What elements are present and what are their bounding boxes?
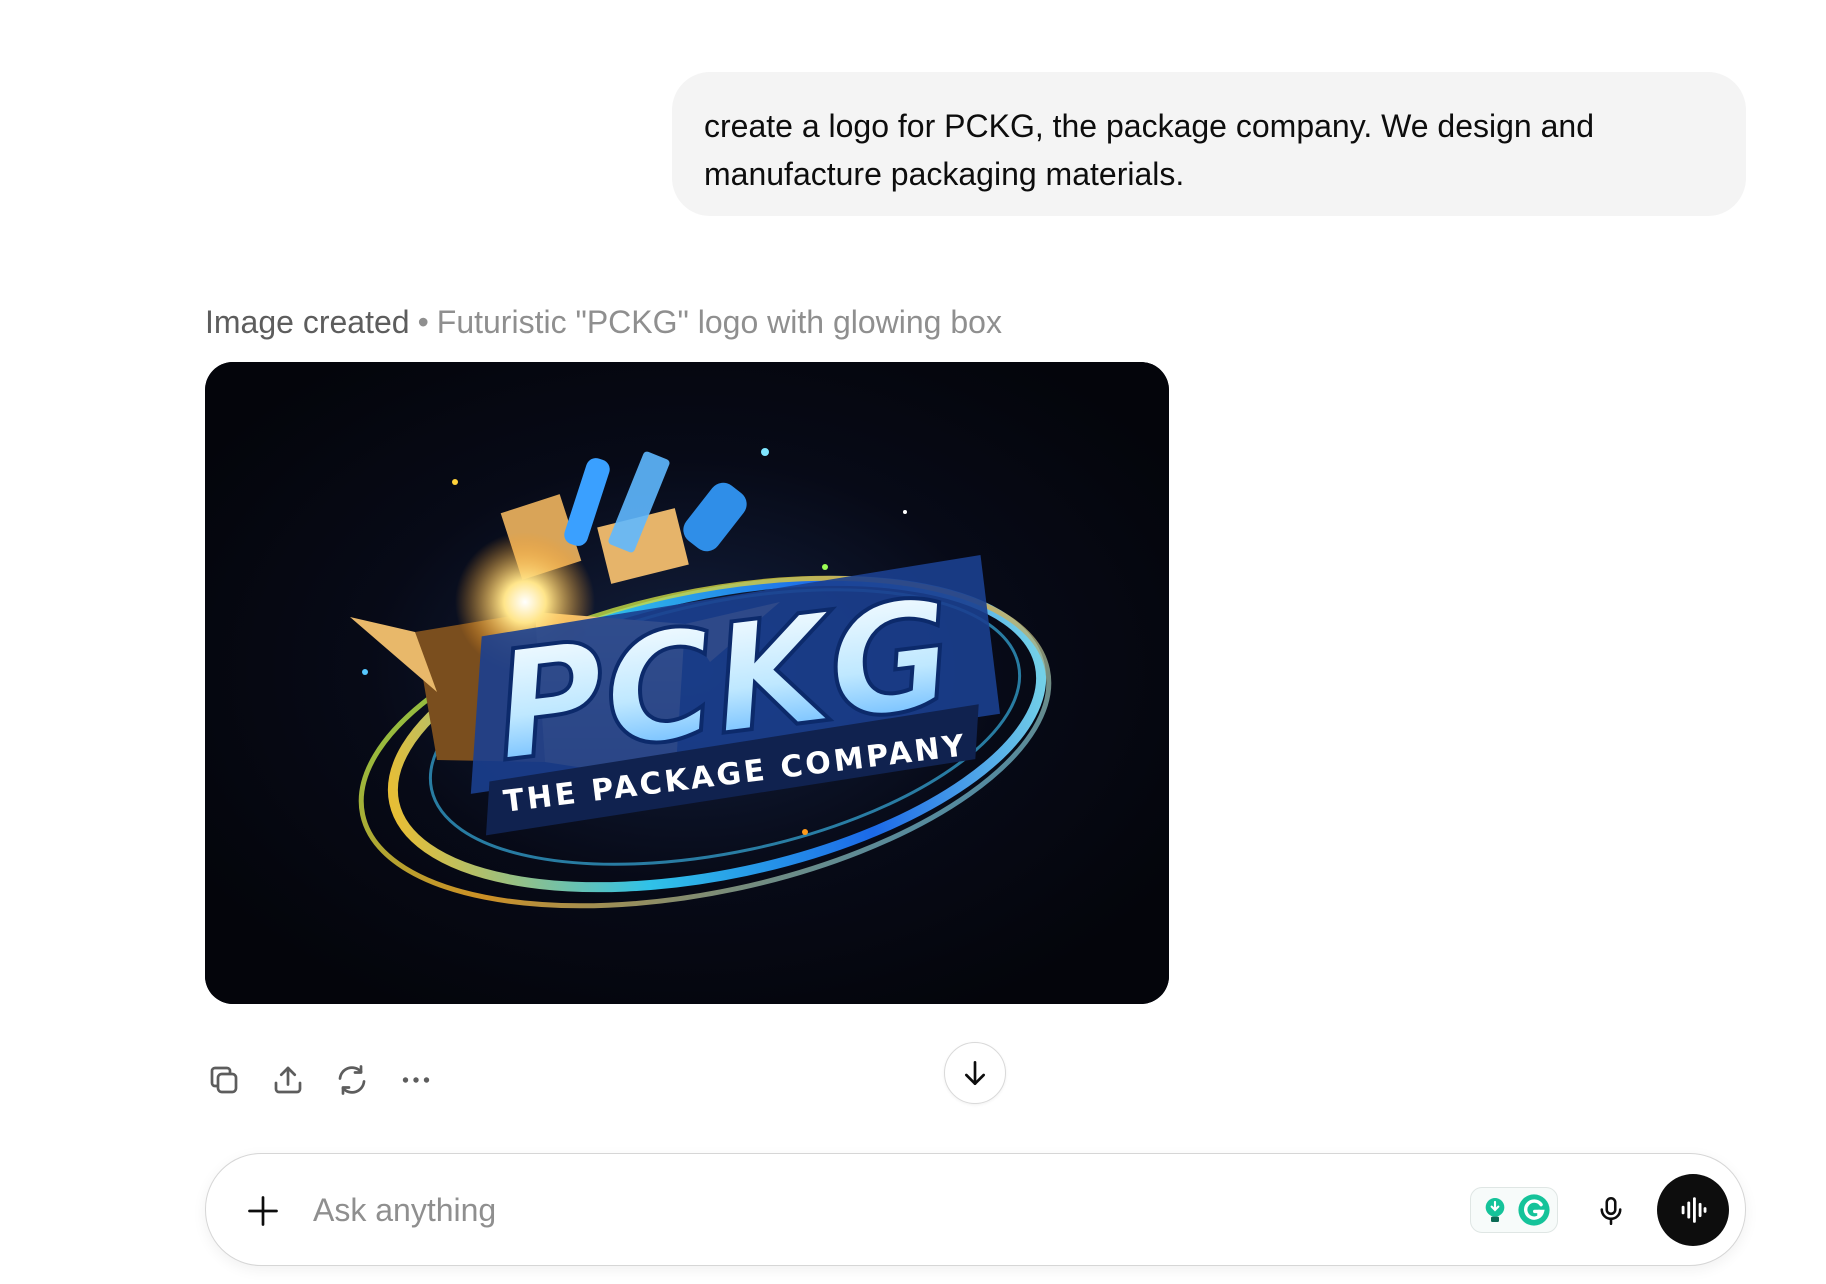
extension-icons — [1470, 1187, 1558, 1233]
regenerate-button[interactable] — [333, 1055, 371, 1105]
copy-button[interactable] — [205, 1055, 243, 1105]
pckg-logo-image: PCKG THE PACKAGE COMPANY — [205, 362, 1169, 1004]
plus-icon — [248, 1196, 278, 1226]
microphone-icon — [1600, 1196, 1622, 1226]
prompt-input[interactable] — [311, 1184, 1315, 1236]
user-message-line-2: manufacture packaging materials. — [704, 156, 1185, 192]
regenerate-icon — [338, 1065, 366, 1095]
user-message-bubble: create a logo for PCKG, the package comp… — [672, 72, 1746, 216]
image-created-label: Image created — [205, 304, 410, 340]
generated-image[interactable]: PCKG THE PACKAGE COMPANY — [205, 362, 1169, 1004]
image-status-line[interactable]: Image created • Futuristic "PCKG" logo wit… — [205, 300, 1002, 344]
lightbulb-extension-button[interactable] — [1477, 1192, 1513, 1228]
more-button[interactable] — [397, 1055, 435, 1105]
status-separator: • — [417, 304, 429, 340]
arrow-down-icon — [965, 1061, 985, 1085]
grammarly-icon — [1517, 1194, 1550, 1226]
attach-button[interactable] — [242, 1190, 284, 1232]
share-button[interactable] — [269, 1055, 307, 1105]
dictate-button[interactable] — [1590, 1190, 1632, 1232]
copy-icon — [210, 1066, 238, 1094]
image-description: Futuristic "PCKG" logo with glowing box — [436, 304, 1002, 340]
message-composer — [205, 1153, 1746, 1266]
lightbulb-extension-icon — [1485, 1198, 1504, 1222]
voice-mode-button[interactable] — [1657, 1174, 1729, 1246]
grammarly-button[interactable] — [1516, 1192, 1552, 1228]
message-actions — [205, 1055, 435, 1105]
user-message-line-1: create a logo for PCKG, the package comp… — [704, 108, 1594, 144]
scroll-to-bottom-button[interactable] — [944, 1042, 1006, 1104]
voice-mode-icon — [1681, 1197, 1707, 1223]
share-icon — [274, 1066, 302, 1094]
more-icon — [402, 1077, 430, 1083]
